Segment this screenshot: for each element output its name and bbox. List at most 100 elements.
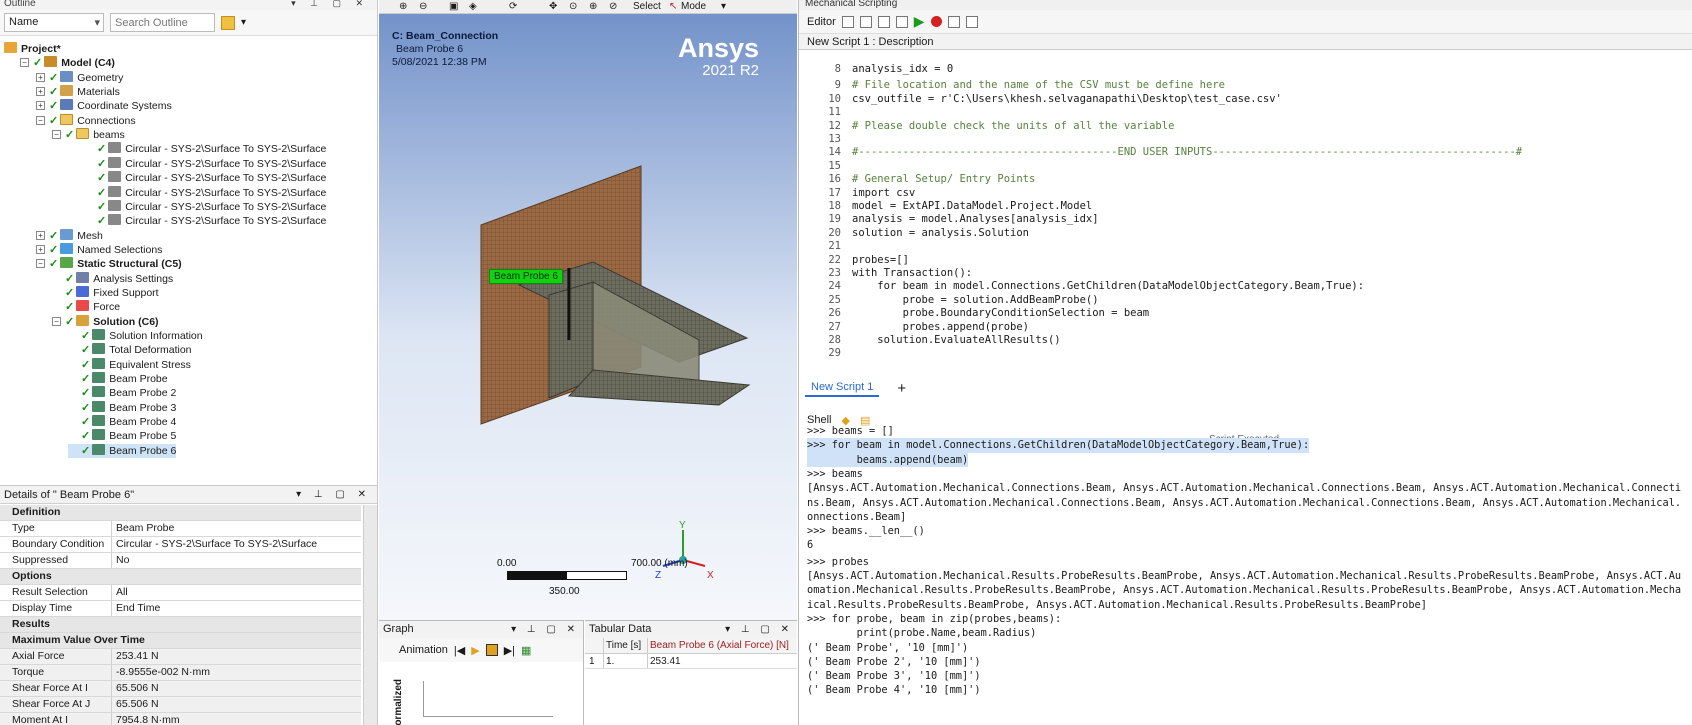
- details-row[interactable]: Result Selection All: [0, 585, 361, 601]
- details-row[interactable]: Axial Force 253.41 N: [0, 649, 361, 665]
- tree-item[interactable]: − ✓ Model (C4): [20, 56, 115, 70]
- code-line[interactable]: 26 probe.BoundaryConditionSelection = be…: [799, 307, 1692, 320]
- details-row[interactable]: Suppressed No: [0, 553, 361, 569]
- tree-item[interactable]: ✓ Circular - SYS-2\Surface To SYS-2\Surfa…: [84, 214, 326, 228]
- expand-toggle-icon[interactable]: +: [36, 72, 45, 82]
- filter-icon[interactable]: [221, 15, 235, 30]
- tree-item[interactable]: ✓ Equivalent Stress: [68, 357, 191, 372]
- add-tab-button[interactable]: +: [897, 380, 906, 397]
- panel-buttons[interactable]: ▾ ⊥ ▢ ✕: [511, 621, 579, 638]
- code-line[interactable]: 22 probes=[]: [799, 254, 1692, 267]
- details-section[interactable]: Definition: [0, 505, 361, 521]
- tree-item[interactable]: ✓ Total Deformation: [68, 343, 192, 357]
- code-line[interactable]: 10 csv_outfile = r'C:\Users\khesh.selvaga…: [799, 93, 1692, 106]
- details-row[interactable]: Display Time End Time: [0, 601, 361, 617]
- tree-item[interactable]: ✓ Solution Information: [68, 329, 203, 343]
- expand-toggle-icon[interactable]: +: [36, 244, 45, 254]
- outline-search-input[interactable]: [110, 13, 215, 32]
- code-line[interactable]: 19 analysis = model.Analyses[analysis_idx…: [799, 213, 1692, 226]
- details-row[interactable]: Torque -8.9555e-002 N·mm: [0, 665, 361, 681]
- code-line[interactable]: 9 # File location and the name of the CSV…: [799, 79, 1692, 92]
- code-line[interactable]: 20 solution = analysis.Solution: [799, 227, 1692, 240]
- run-icon[interactable]: ▶: [914, 13, 925, 30]
- details-row[interactable]: Shear Force At I 65.506 N: [0, 681, 361, 697]
- code-line[interactable]: 12 # Please double check the units of all…: [799, 120, 1692, 133]
- code-line[interactable]: 27 probes.append(probe): [799, 321, 1692, 334]
- tree-item[interactable]: ✓ Circular - SYS-2\Surface To SYS-2\Surfa…: [84, 142, 326, 156]
- tree-item[interactable]: ✓ Beam Probe 2: [68, 386, 176, 400]
- graphics-viewport[interactable]: ⊕ ⊖ ▣ ◈ ⟳ ✥ ⊙ ⊕ ⊘ Select ↖ Mode ▾ C: Bea…: [379, 0, 797, 620]
- details-row[interactable]: Boundary Condition Circular - SYS-2\Surfa…: [0, 537, 361, 553]
- details-row[interactable]: Moment At I 7954.8 N·mm: [0, 713, 361, 725]
- play-icon[interactable]: ▶: [471, 644, 479, 657]
- previous-icon[interactable]: |◀: [454, 644, 465, 657]
- code-line[interactable]: 16 # General Setup/ Entry Points: [799, 173, 1692, 186]
- chevron-down-icon[interactable]: ▾: [241, 17, 246, 28]
- property-value[interactable]: 65.506 N: [112, 681, 361, 696]
- probe-label[interactable]: Beam Probe 6: [489, 269, 563, 284]
- details-row[interactable]: Type Beam Probe: [0, 521, 361, 537]
- code-line[interactable]: 8 analysis_idx = 0: [799, 63, 1692, 76]
- tree-item[interactable]: + ✓ Named Selections: [36, 242, 162, 257]
- snippet-icon[interactable]: [947, 15, 960, 28]
- panel-buttons[interactable]: ▾ ⊥ ▢ ✕: [291, 0, 369, 8]
- next-icon[interactable]: ▶|: [504, 644, 515, 657]
- expand-toggle-icon[interactable]: −: [52, 130, 61, 140]
- code-line[interactable]: 29: [799, 347, 1692, 360]
- tree-item[interactable]: + ✓ Mesh: [36, 228, 103, 243]
- tree-item[interactable]: ✓ Force: [52, 300, 120, 314]
- tree-item[interactable]: ✓ Beam Probe 4: [68, 415, 176, 429]
- code-line[interactable]: 15: [799, 160, 1692, 173]
- tree-item[interactable]: ✓ Beam Probe: [68, 372, 168, 386]
- code-line[interactable]: 24 for beam in model.Connections.GetChil…: [799, 280, 1692, 293]
- details-scrollbar[interactable]: [363, 505, 377, 725]
- tree-item[interactable]: Project*: [4, 42, 61, 56]
- expand-toggle-icon[interactable]: −: [36, 259, 45, 269]
- property-value[interactable]: Circular - SYS-2\Surface To SYS-2\Surfac…: [112, 537, 361, 552]
- panel-buttons[interactable]: ▾ ⊥ ▢ ✕: [725, 621, 793, 638]
- details-row[interactable]: Shear Force At J 65.506 N: [0, 697, 361, 713]
- tree-item[interactable]: ✓ Beam Probe 5: [68, 429, 176, 443]
- code-line[interactable]: 11: [799, 106, 1692, 119]
- details-section[interactable]: Results: [0, 617, 361, 633]
- tree-item[interactable]: + ✓ Geometry: [36, 70, 123, 85]
- tree-item[interactable]: ✓ Fixed Support: [52, 285, 159, 300]
- code-line[interactable]: 23 with Transaction():: [799, 267, 1692, 280]
- code-line[interactable]: 25 probe = solution.AddBeamProbe(): [799, 294, 1692, 307]
- property-value[interactable]: 253.41 N: [112, 649, 361, 664]
- property-value[interactable]: 7954.8 N·mm: [112, 713, 361, 725]
- code-line[interactable]: 14 #-------------------------------------…: [799, 146, 1692, 159]
- save-icon[interactable]: [877, 15, 890, 28]
- col-series[interactable]: Beam Probe 6 (Axial Force) [N]: [647, 638, 797, 653]
- open-folder-icon[interactable]: [859, 15, 872, 28]
- tree-item[interactable]: + ✓ Coordinate Systems: [36, 99, 172, 113]
- code-line[interactable]: 21: [799, 240, 1692, 253]
- outline-filter-select[interactable]: Name: [4, 13, 104, 32]
- expand-toggle-icon[interactable]: +: [36, 87, 45, 97]
- tree-item[interactable]: ✓ Beam Probe 6: [68, 443, 177, 458]
- property-value[interactable]: End Time: [112, 601, 361, 616]
- tree-item[interactable]: ✓ Beam Probe 3: [68, 400, 176, 415]
- tree-item[interactable]: − ✓ Static Structural (C5): [36, 257, 182, 271]
- details-section[interactable]: Options: [0, 569, 361, 585]
- code-line[interactable]: 13: [799, 133, 1692, 146]
- details-section[interactable]: Maximum Value Over Time: [0, 633, 361, 649]
- tree-item[interactable]: ✓ Circular - SYS-2\Surface To SYS-2\Surfa…: [84, 199, 326, 214]
- tree-item[interactable]: − ✓ Solution (C6): [52, 314, 159, 329]
- expand-toggle-icon[interactable]: −: [36, 115, 45, 125]
- panel-buttons[interactable]: ▾ ⊥ ▢ ✕: [296, 486, 371, 504]
- property-value[interactable]: -8.9555e-002 N·mm: [112, 665, 361, 680]
- expand-toggle-icon[interactable]: +: [36, 101, 45, 111]
- stop-icon[interactable]: [485, 644, 498, 656]
- property-value[interactable]: 65.506 N: [112, 697, 361, 712]
- tree-item[interactable]: + ✓ Materials: [36, 85, 120, 99]
- table-row[interactable]: 1 1. 253.41: [585, 654, 797, 669]
- record-icon[interactable]: [930, 16, 942, 27]
- col-time[interactable]: Time [s]: [603, 638, 647, 653]
- code-line[interactable]: 18 model = ExtAPI.DataModel.Project.Model: [799, 200, 1692, 213]
- export-icon[interactable]: ▦: [521, 644, 531, 657]
- settings-icon[interactable]: [965, 15, 978, 28]
- tree-item[interactable]: ✓ Circular - SYS-2\Surface To SYS-2\Surfa…: [84, 185, 326, 200]
- tree-item[interactable]: − ✓ Connections: [36, 113, 136, 128]
- script-description[interactable]: New Script 1 : Description: [799, 34, 1692, 50]
